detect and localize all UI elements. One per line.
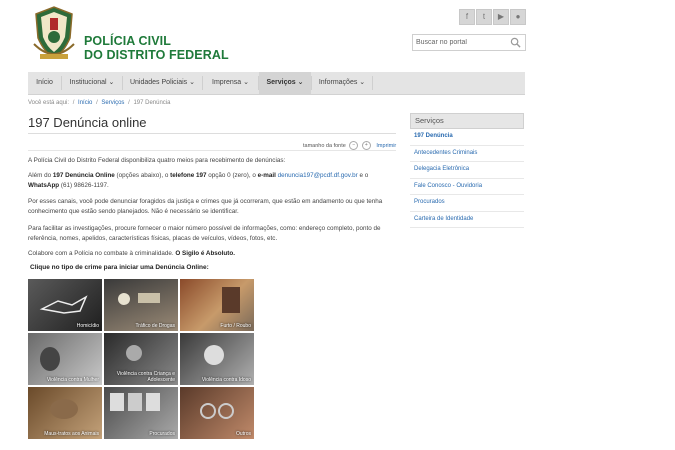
text-fragment: O Sigilo é Absoluto.: [175, 250, 235, 257]
collaborate-paragraph: Colabore com a Polícia no combate à crim…: [28, 249, 396, 259]
crime-tile-procurados[interactable]: Procurados: [104, 387, 178, 439]
text-fragment: e o: [357, 172, 369, 179]
search-input[interactable]: [416, 35, 506, 50]
document-tools: tamanho da fonte − + Imprimir: [303, 141, 396, 150]
crime-tile-label: Procurados: [149, 431, 175, 437]
twitter-icon[interactable]: t: [476, 9, 492, 25]
print-link[interactable]: Imprimir: [376, 143, 396, 149]
breadcrumb-inicio[interactable]: Início: [78, 100, 92, 106]
crime-tile-label: Tráfico de Drogas: [135, 323, 175, 329]
brand-title-line2[interactable]: DO DISTRITO FEDERAL: [84, 48, 229, 62]
breadcrumb-servicos[interactable]: Serviços: [101, 100, 124, 106]
crime-tile-violencia-idoso[interactable]: Violência contra Idoso: [180, 333, 254, 385]
nav-item-informacoes[interactable]: Informações ⌄: [312, 72, 372, 94]
nav-separator: [372, 76, 373, 90]
crime-tile-furto-roubo[interactable]: Furto / Roubo: [180, 279, 254, 331]
youtube-icon[interactable]: ▶: [493, 9, 509, 25]
crime-tile-homicidio[interactable]: Homicídio: [28, 279, 102, 331]
search-box: [412, 34, 526, 51]
breadcrumb-separator: /: [128, 100, 130, 106]
crime-tile-label: Violência contra Idoso: [201, 377, 251, 383]
nav-item-imprensa[interactable]: Imprensa ⌄: [203, 72, 258, 94]
channels-paragraph: Além do 197 Denúncia Online (opções abai…: [28, 171, 396, 190]
nav-item-servicos[interactable]: Serviços ⌄: [259, 72, 311, 94]
crime-tile-label: Homicídio: [76, 323, 99, 329]
services-sidebar: Serviços 197 Denúncia Antecedentes Crimi…: [410, 113, 524, 228]
brand-title-line1[interactable]: POLÍCIA CIVIL: [84, 34, 171, 48]
font-increase-button[interactable]: +: [361, 141, 371, 150]
crime-tile-label: Maus-tratos aos Animais: [44, 431, 99, 437]
text-fragment: Colabore com a Polícia no combate à crim…: [28, 250, 176, 257]
nav-item-unidades-policiais[interactable]: Unidades Policiais ⌄: [123, 72, 202, 94]
police-crest-logo[interactable]: [30, 4, 78, 62]
text-fragment: 197 Denúncia Online: [52, 172, 115, 179]
crime-tile-maus-tratos-animais[interactable]: Maus-tratos aos Animais: [28, 387, 102, 439]
text-fragment: telefone 197: [170, 172, 207, 179]
crime-tile-trafico[interactable]: Tráfico de Drogas: [104, 279, 178, 331]
sidebar-item-fale-conosco[interactable]: Fale Conosco - Ouvidoria: [410, 179, 524, 195]
text-fragment: Além do: [28, 172, 53, 179]
text-fragment: opção 0 (zero), o: [206, 172, 258, 179]
text-fragment: e-mail: [257, 172, 276, 179]
site-header: POLÍCIA CIVIL DO DISTRITO FEDERAL f t ▶ …: [0, 0, 675, 72]
text-fragment: (61) 98626-1197.: [59, 181, 109, 189]
breadcrumb-prefix: Você está aqui:: [28, 100, 70, 106]
channels-usage-paragraph: Por esses canais, você pode denunciar fo…: [28, 198, 383, 215]
sidebar-title: Serviços: [410, 113, 524, 129]
facebook-icon[interactable]: f: [459, 9, 475, 25]
font-size-label: tamanho da fonte: [303, 142, 346, 149]
breadcrumb-separator: /: [96, 100, 98, 106]
crime-tile-label: Furto / Roubo: [220, 323, 251, 329]
divider: [28, 150, 396, 151]
investigation-tips-paragraph: Para facilitar as investigações, procure…: [28, 225, 381, 242]
divider: [28, 133, 396, 134]
main-nav: Início Institucional ⌄ Unidades Policiai…: [28, 72, 525, 95]
sidebar-item-delegacia-eletronica[interactable]: Delegacia Eletrônica: [410, 162, 524, 179]
crime-tile-label: Violência contra Mulher: [46, 377, 99, 383]
page-title: 197 Denúncia online: [28, 115, 147, 130]
nav-item-inicio[interactable]: Início: [28, 72, 61, 94]
crime-tile-label: Violência contra Criança e Adolescente: [116, 371, 175, 383]
sidebar-item-procurados[interactable]: Procurados: [410, 195, 524, 212]
crime-tile-label: Outros: [235, 431, 251, 437]
search-icon[interactable]: [510, 37, 521, 48]
intro-paragraph: A Polícia Civil do Distrito Federal disp…: [28, 157, 286, 164]
nav-item-institucional[interactable]: Institucional ⌄: [62, 72, 122, 94]
text-fragment: (opções abaixo), o: [114, 172, 171, 179]
crime-tile-outros[interactable]: Outros: [180, 387, 254, 439]
text-fragment: WhatsApp: [28, 181, 60, 189]
sidebar-item-197-denuncia[interactable]: 197 Denúncia: [410, 129, 524, 146]
flickr-icon[interactable]: ●: [510, 9, 526, 25]
breadcrumb: Você está aqui: / Início / Serviços / 19…: [28, 100, 170, 106]
font-decrease-button[interactable]: −: [349, 141, 359, 150]
sidebar-item-carteira-identidade[interactable]: Carteira de Identidade: [410, 212, 524, 228]
crime-type-prompt: Clique no tipo de crime para iniciar uma…: [30, 264, 209, 271]
breadcrumb-current: 197 Denúncia: [133, 100, 171, 106]
breadcrumb-separator: /: [72, 100, 75, 106]
sidebar-item-antecedentes[interactable]: Antecedentes Criminais: [410, 146, 524, 162]
email-link[interactable]: denuncia197@pcdf.df.gov.br: [278, 172, 358, 179]
crime-tile-violencia-crianca[interactable]: Violência contra Criança e Adolescente: [104, 333, 178, 385]
crime-tile-violencia-mulher[interactable]: Violência contra Mulher: [28, 333, 102, 385]
